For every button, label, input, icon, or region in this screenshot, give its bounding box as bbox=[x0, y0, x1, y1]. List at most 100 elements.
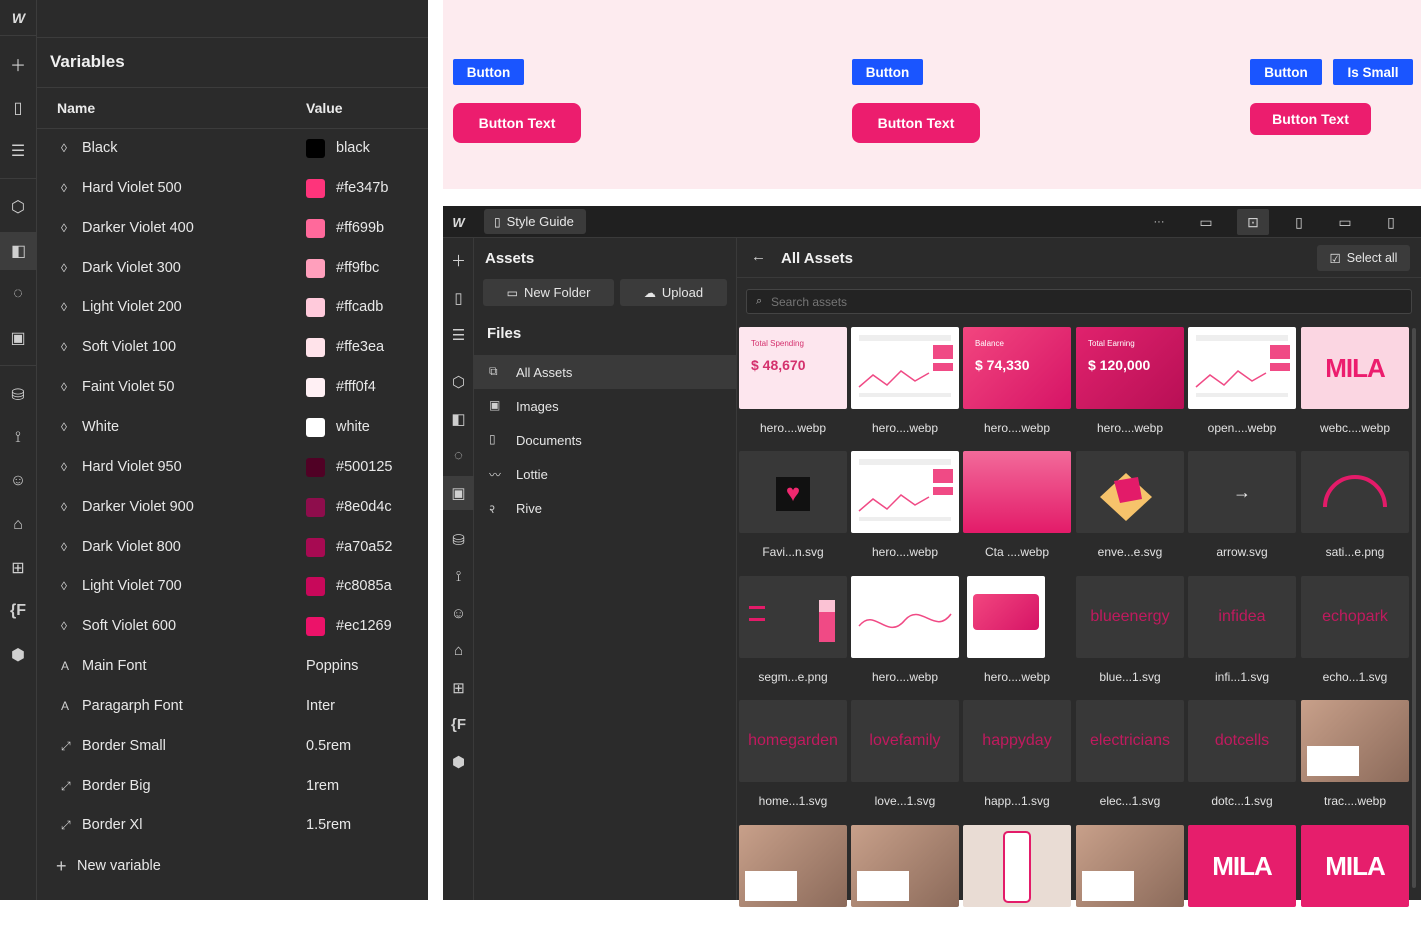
asset-tile[interactable]: electricians elec...1.svg bbox=[1076, 700, 1184, 818]
button-text-3[interactable]: Button Text bbox=[1250, 103, 1371, 135]
back-arrow-icon[interactable]: ← bbox=[751, 248, 766, 265]
asset-tile[interactable]: trac....webp bbox=[1301, 700, 1409, 818]
desktop-star-icon[interactable]: ⊡ bbox=[1237, 209, 1269, 235]
asset-tile[interactable]: happyday happ...1.svg bbox=[963, 700, 1071, 818]
variable-row[interactable]: ◊ Dark Violet 800 #a70a52 bbox=[37, 528, 428, 568]
is-small-button[interactable]: Is Small bbox=[1333, 59, 1413, 85]
variable-value[interactable]: #fff0f4 bbox=[336, 379, 376, 395]
color-swatch[interactable] bbox=[306, 298, 325, 318]
button-small-3[interactable]: Button bbox=[1250, 59, 1322, 85]
asset-tile[interactable]: hero....webp bbox=[851, 451, 959, 569]
search-field[interactable]: ⌕ bbox=[746, 289, 1412, 314]
color-swatch[interactable] bbox=[306, 139, 325, 158]
color-swatch[interactable] bbox=[306, 338, 325, 358]
variable-row[interactable]: ◊ Darker Violet 900 #8e0d4c bbox=[37, 488, 428, 528]
code-icon[interactable]: {F bbox=[447, 713, 470, 736]
file-filter-images[interactable]: ▣ Images bbox=[474, 389, 736, 423]
webflow-logo-icon[interactable]: W bbox=[443, 206, 474, 238]
file-filter-documents[interactable]: ▯ Documents bbox=[474, 423, 736, 457]
assets-icon[interactable]: ▣ bbox=[443, 476, 474, 510]
color-swatch[interactable] bbox=[306, 178, 325, 198]
asset-tile[interactable]: blueenergy blue...1.svg bbox=[1076, 576, 1184, 694]
page-selector[interactable]: ▯ Style Guide bbox=[484, 209, 586, 234]
box-icon[interactable]: ⬢ bbox=[6, 643, 30, 667]
variable-value[interactable]: 1.5rem bbox=[306, 817, 351, 833]
variable-row[interactable]: ◊ Light Violet 200 #ffcadb bbox=[37, 288, 428, 328]
file-filter-lottie[interactable]: 〰 Lottie bbox=[474, 457, 736, 491]
variable-row[interactable]: A Main Font Poppins bbox=[37, 647, 428, 687]
asset-tile[interactable]: lovefamily love...1.svg bbox=[851, 700, 959, 818]
mobile-portrait-icon[interactable]: ▯ bbox=[1381, 212, 1401, 232]
variable-value[interactable]: Inter bbox=[306, 698, 335, 714]
asset-tile[interactable]: open....webp bbox=[1188, 327, 1296, 445]
webflow-logo-icon[interactable]: W bbox=[0, 0, 37, 36]
desktop-icon[interactable]: ▭ bbox=[1196, 212, 1216, 232]
variable-value[interactable]: #500125 bbox=[336, 459, 392, 475]
variable-value[interactable]: 0.5rem bbox=[306, 738, 351, 754]
components-icon[interactable]: ⬡ bbox=[6, 195, 30, 219]
asset-tile[interactable]: hero....webp bbox=[851, 576, 959, 694]
asset-tile[interactable] bbox=[963, 825, 1071, 943]
cms-icon[interactable]: ⛁ bbox=[6, 383, 30, 407]
asset-tile[interactable]: dotcells dotc...1.svg bbox=[1188, 700, 1296, 818]
code-icon[interactable]: {F bbox=[6, 599, 30, 623]
asset-tile[interactable]: ♥ Favi...n.svg bbox=[739, 451, 847, 569]
asset-tile[interactable] bbox=[739, 825, 847, 943]
scrollbar[interactable] bbox=[1412, 328, 1416, 888]
variable-row[interactable]: ◊ Hard Violet 950 #500125 bbox=[37, 448, 428, 488]
asset-tile[interactable]: homegarden home...1.svg bbox=[739, 700, 847, 818]
navigator-icon[interactable]: ☰ bbox=[447, 323, 470, 346]
apps-icon[interactable]: ⊞ bbox=[6, 556, 30, 580]
variable-row[interactable]: ◊ Darker Violet 400 #ff699b bbox=[37, 209, 428, 249]
variable-row[interactable]: ◊ Faint Violet 50 #fff0f4 bbox=[37, 368, 428, 408]
asset-tile[interactable]: MILA bbox=[1188, 825, 1296, 943]
variable-row[interactable]: ◊ Soft Violet 600 #ec1269 bbox=[37, 607, 428, 647]
asset-tile[interactable] bbox=[1076, 825, 1184, 943]
select-all-button[interactable]: ☑ Select all bbox=[1317, 245, 1410, 271]
variable-value[interactable]: #c8085a bbox=[336, 578, 392, 594]
color-swatch[interactable] bbox=[306, 378, 325, 398]
users-icon[interactable]: ☺ bbox=[6, 469, 30, 493]
variable-value[interactable]: 1rem bbox=[306, 778, 339, 794]
styles-icon[interactable]: ◌ bbox=[447, 444, 470, 467]
color-swatch[interactable] bbox=[306, 497, 325, 517]
new-variable-button[interactable]: + New variable bbox=[37, 848, 428, 884]
box-icon[interactable]: ⬢ bbox=[447, 750, 470, 773]
variable-value[interactable]: #ffcadb bbox=[336, 299, 383, 315]
variable-value[interactable]: #ffe3ea bbox=[336, 339, 384, 355]
variable-row[interactable]: ⤢ Border Xl 1.5rem bbox=[37, 806, 428, 846]
button-small-2[interactable]: Button bbox=[852, 59, 923, 85]
variable-value[interactable]: #fe347b bbox=[336, 180, 388, 196]
asset-tile[interactable]: segm...e.png bbox=[739, 576, 847, 694]
color-swatch[interactable] bbox=[306, 417, 325, 437]
assets-icon[interactable]: ▣ bbox=[6, 326, 30, 350]
color-swatch[interactable] bbox=[306, 617, 325, 637]
variable-value[interactable]: Poppins bbox=[306, 658, 358, 674]
asset-tile[interactable]: Total Spending $ 48,670 hero....webp bbox=[739, 327, 847, 445]
ecommerce-icon[interactable]: ⌂ bbox=[447, 639, 470, 662]
asset-tile[interactable] bbox=[851, 825, 959, 943]
variable-value[interactable]: #a70a52 bbox=[336, 539, 392, 555]
asset-tile[interactable]: hero....webp bbox=[963, 576, 1071, 694]
tablet-icon[interactable]: ▯ bbox=[1289, 212, 1309, 232]
color-swatch[interactable] bbox=[306, 218, 325, 238]
mobile-landscape-icon[interactable]: ▭ bbox=[1335, 212, 1355, 232]
color-swatch[interactable] bbox=[306, 258, 325, 278]
button-small-1[interactable]: Button bbox=[453, 59, 524, 85]
variable-row[interactable]: A Paragarph Font Inter bbox=[37, 687, 428, 727]
page-icon[interactable]: ▯ bbox=[6, 96, 30, 120]
color-swatch[interactable] bbox=[306, 457, 325, 477]
asset-tile[interactable]: echopark echo...1.svg bbox=[1301, 576, 1409, 694]
search-input[interactable] bbox=[771, 293, 1391, 311]
file-filter-all-assets[interactable]: ⧉ All Assets bbox=[474, 355, 736, 389]
asset-tile[interactable]: sati...e.png bbox=[1301, 451, 1409, 569]
button-text-1[interactable]: Button Text bbox=[453, 103, 581, 143]
color-swatch[interactable] bbox=[306, 577, 325, 597]
variable-row[interactable]: ◊ Dark Violet 300 #ff9fbc bbox=[37, 249, 428, 289]
apps-icon[interactable]: ⊞ bbox=[447, 676, 470, 699]
upload-button[interactable]: ☁ Upload bbox=[620, 279, 727, 306]
asset-tile[interactable]: Balance $ 74,330 hero....webp bbox=[963, 327, 1071, 445]
asset-tile[interactable]: MILA webc....webp bbox=[1301, 327, 1409, 445]
variable-row[interactable]: ◊ Soft Violet 100 #ffe3ea bbox=[37, 328, 428, 368]
variable-value[interactable]: black bbox=[336, 140, 370, 156]
